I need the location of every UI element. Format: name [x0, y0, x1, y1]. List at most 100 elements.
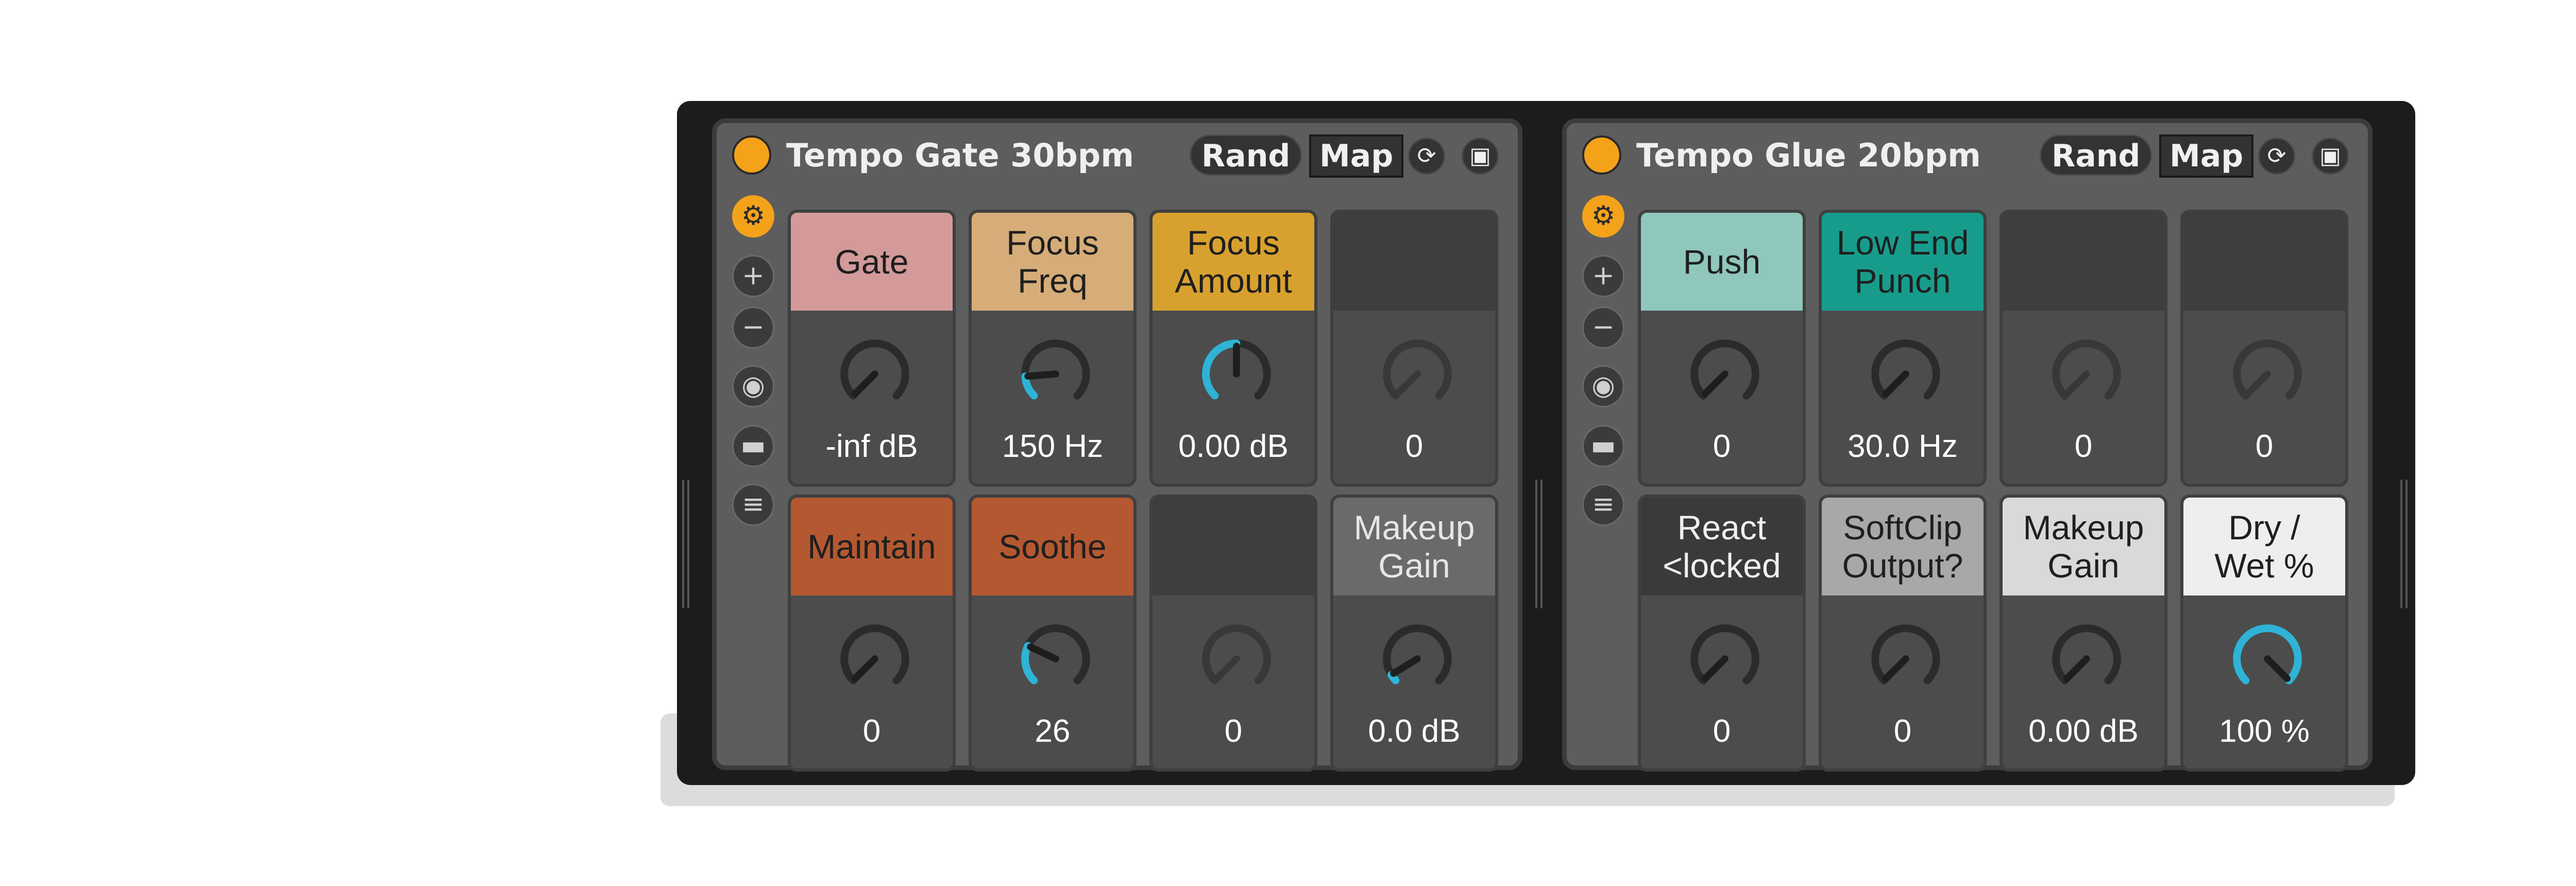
map-button[interactable]: Map [2159, 134, 2254, 178]
list-icon[interactable]: ≡ [1582, 484, 1624, 526]
knob-pointer [2244, 370, 2271, 397]
remove-icon[interactable]: − [1582, 306, 1624, 349]
knob-pointer [1390, 655, 1421, 677]
macro-tile[interactable]: 0 [1149, 495, 1317, 772]
save-icon[interactable]: ▣ [1462, 138, 1499, 175]
macro-knob[interactable] [2226, 617, 2309, 701]
macro-knob[interactable] [1864, 332, 1947, 416]
knob-track [1690, 624, 1759, 685]
macro-label [1333, 213, 1495, 311]
knob-pointer [1027, 643, 1059, 662]
save-icon[interactable]: ▣ [2312, 138, 2349, 175]
knob-pointer [1883, 370, 1909, 397]
knob-pointer [1702, 370, 1728, 397]
macro-value: 0 [862, 713, 881, 749]
refresh-icon[interactable]: ⟳ [2258, 138, 2295, 175]
macro-knob[interactable] [1014, 617, 1097, 701]
macro-tile[interactable]: Makeup Gain 0.0 dB [1330, 495, 1498, 772]
macro-knob[interactable] [1683, 617, 1767, 701]
macro-label: Makeup Gain [1333, 498, 1495, 595]
power-icon[interactable] [732, 135, 771, 175]
camera-icon[interactable]: ◉ [732, 365, 774, 407]
macro-label: Focus Amount [1153, 213, 1314, 311]
rand-button[interactable]: Rand [1190, 134, 1302, 176]
remove-icon[interactable]: − [732, 306, 774, 349]
macro-label: React <locked [1641, 498, 1803, 595]
macro-knob[interactable] [1195, 332, 1278, 416]
knob-track [1021, 339, 1090, 400]
knob-pointer [852, 370, 878, 397]
macro-value: 0.0 dB [1368, 713, 1461, 749]
knob-track [1202, 624, 1271, 685]
macro-knob[interactable] [2226, 332, 2309, 416]
macro-tile[interactable]: Focus Freq 150 Hz [969, 210, 1137, 487]
knob-track [840, 624, 909, 685]
auto-icon[interactable]: ⚙ [1582, 195, 1624, 237]
collapse-icon[interactable]: ▬ [732, 425, 774, 467]
knob-pointer [1213, 655, 1240, 682]
knob-pointer [1394, 370, 1421, 397]
macro-knob[interactable] [1376, 332, 1459, 416]
macro-tile[interactable]: Low End Punch 30.0 Hz [1819, 210, 1987, 487]
macro-tile[interactable]: 0 [2180, 210, 2348, 487]
chain-drag-handle-right[interactable] [2400, 480, 2408, 608]
macro-tile[interactable]: Focus Amount 0.00 dB [1149, 210, 1317, 487]
macro-label: Makeup Gain [2003, 498, 2164, 595]
macro-tile[interactable]: 0 [1330, 210, 1498, 487]
refresh-icon[interactable]: ⟳ [1408, 138, 1445, 175]
macro-value: 0.00 dB [1178, 429, 1289, 464]
chain-drag-handle-middle[interactable] [1535, 480, 1543, 608]
device-title-bar: Tempo Glue 20bpm Rand Map ⟳ ▣ [1567, 123, 2368, 181]
knob-pointer [1024, 370, 1059, 380]
collapse-icon[interactable]: ▬ [1582, 425, 1624, 467]
knob-track [1871, 624, 1940, 685]
macro-tile[interactable]: React <locked 0 [1638, 495, 1806, 772]
add-icon[interactable]: + [1582, 255, 1624, 297]
macro-value: 100 % [2219, 713, 2310, 749]
knob-pointer [2264, 655, 2291, 682]
knob-track [1383, 339, 1452, 400]
macro-tile[interactable]: SoftClip Output? 0 [1819, 495, 1987, 772]
chain-drag-handle-left[interactable] [682, 480, 689, 608]
macro-tile[interactable]: Makeup Gain 0.00 dB [1999, 495, 2167, 772]
auto-icon[interactable]: ⚙ [732, 195, 774, 237]
knob-value-arc [1202, 339, 1241, 400]
macro-tile[interactable]: Maintain 0 [788, 495, 956, 772]
macro-knob[interactable] [1864, 617, 1947, 701]
macro-label: SoftClip Output? [1822, 498, 1984, 595]
macro-value: 26 [1035, 713, 1071, 749]
macro-value: 0 [2255, 429, 2274, 464]
macro-value: 0 [1893, 713, 1912, 749]
macro-knob[interactable] [833, 617, 917, 701]
add-icon[interactable]: + [732, 255, 774, 297]
knob-track [840, 339, 909, 400]
device-tempo-gate: Tempo Gate 30bpm Rand Map ⟳ ▣ ⚙ + − ◉ ▬ … [712, 118, 1522, 772]
device-tempo-glue: Tempo Glue 20bpm Rand Map ⟳ ▣ ⚙ + − ◉ ▬ … [1562, 118, 2372, 772]
macro-label [1153, 498, 1314, 595]
knob-track [2052, 339, 2121, 400]
camera-icon[interactable]: ◉ [1582, 365, 1624, 407]
macro-knob[interactable] [2045, 332, 2128, 416]
device-title-bar: Tempo Gate 30bpm Rand Map ⟳ ▣ [717, 123, 1518, 181]
macro-knob[interactable] [1195, 617, 1278, 701]
rand-button[interactable]: Rand [2040, 134, 2153, 176]
power-icon[interactable] [1582, 135, 1621, 175]
macro-knob[interactable] [2045, 617, 2128, 701]
macro-knob[interactable] [1683, 332, 1767, 416]
list-icon[interactable]: ≡ [732, 484, 774, 526]
map-button[interactable]: Map [1309, 134, 1404, 178]
macro-tile[interactable]: 0 [1999, 210, 2167, 487]
macro-tile[interactable]: Dry / Wet % 100 % [2180, 495, 2348, 772]
macro-knob[interactable] [1376, 617, 1459, 701]
knob-pointer [852, 655, 878, 682]
macro-value: 30.0 Hz [1848, 429, 1958, 464]
macro-tile[interactable]: Push 0 [1638, 210, 1806, 487]
knob-pointer [1883, 655, 1909, 682]
macro-label: Focus Freq [972, 213, 1133, 311]
macro-tile[interactable]: Soothe 26 [969, 495, 1137, 772]
macro-value: 0 [1405, 429, 1423, 464]
macro-tile[interactable]: Gate -inf dB [788, 210, 956, 487]
macro-knob[interactable] [1014, 332, 1097, 416]
macro-knob[interactable] [833, 332, 917, 416]
knob-track [2233, 339, 2302, 400]
